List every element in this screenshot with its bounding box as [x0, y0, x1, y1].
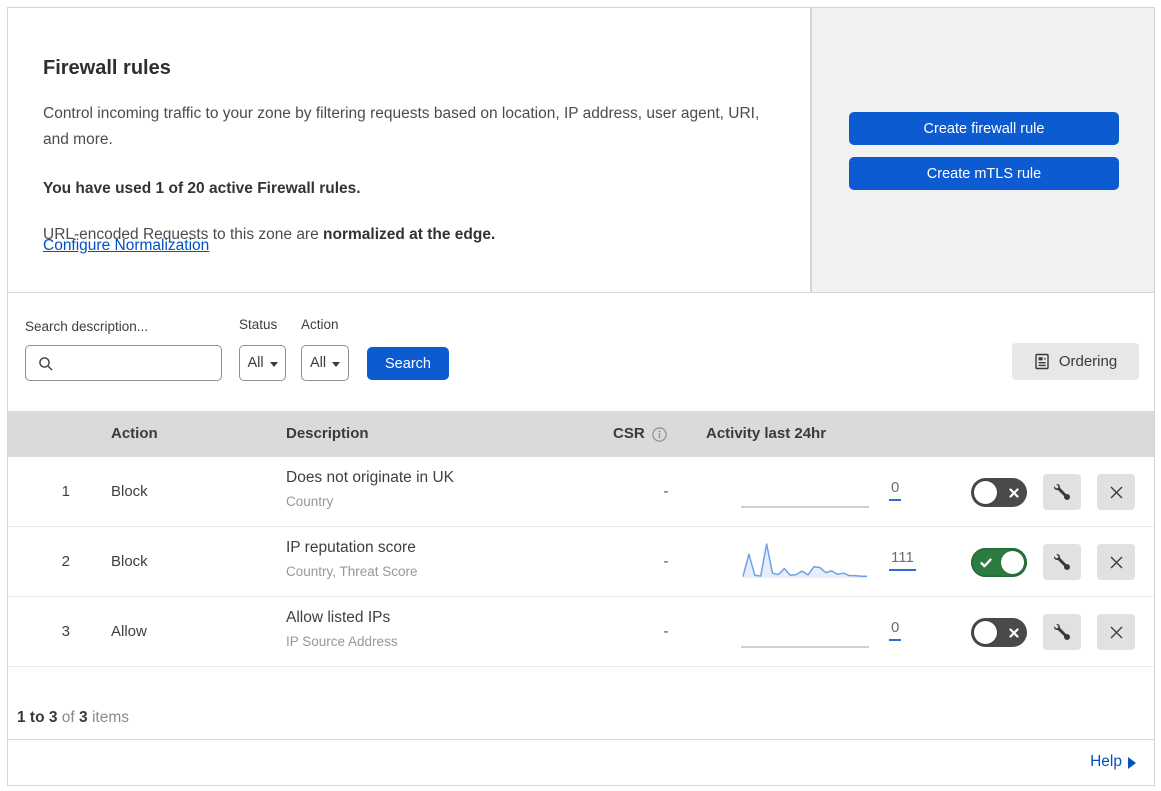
rule-description: Does not originate in UK: [286, 469, 455, 486]
x-icon: [1001, 478, 1026, 507]
pagination-items: items: [91, 709, 130, 726]
footer-divider: [8, 739, 1154, 740]
firewall-rules-page: Firewall rules Control incoming traffic …: [0, 0, 1161, 791]
rule-csr-value: -: [663, 623, 669, 640]
pagination-summary: 1 to 3 of 3 items: [17, 709, 129, 727]
pagination-total: 3: [79, 709, 88, 726]
close-icon: [1110, 556, 1122, 568]
edit-rule-button[interactable]: [1043, 614, 1081, 650]
column-header-csr: CSR: [613, 411, 667, 457]
ordering-button-label: Ordering: [1058, 353, 1118, 370]
column-header-description: Description: [286, 425, 369, 442]
edit-rule-button[interactable]: [1043, 474, 1081, 510]
toggle-knob: [974, 481, 997, 504]
actions-panel: Create firewall rule Create mTLS rule: [811, 7, 1155, 293]
rule-fields: Country: [286, 494, 334, 509]
create-firewall-rule-button[interactable]: Create firewall rule: [849, 112, 1119, 145]
action-select-value: All: [309, 355, 327, 371]
search-input[interactable]: [60, 347, 218, 379]
rule-description: Allow listed IPs: [286, 609, 391, 626]
table-row: 2 Block IP reputation score Country, Thr…: [8, 527, 1154, 597]
delete-rule-button[interactable]: [1097, 544, 1135, 580]
arrow-right-icon: [1128, 756, 1136, 769]
activity-flat-sparkline: [741, 646, 869, 648]
chevron-down-icon: [269, 361, 278, 367]
help-label: Help: [1090, 753, 1122, 770]
overview-card: Firewall rules Control incoming traffic …: [7, 7, 811, 293]
create-mtls-rule-button[interactable]: Create mTLS rule: [849, 157, 1119, 190]
rule-priority: 3: [61, 623, 70, 640]
toggle-knob: [1001, 551, 1024, 574]
status-select-value: All: [247, 355, 264, 371]
page-title: Firewall rules: [43, 57, 171, 80]
info-icon[interactable]: [651, 427, 667, 442]
table-row: 1 Block Does not originate in UK Country…: [8, 457, 1154, 527]
column-header-action: Action: [111, 425, 158, 442]
search-label: Search description...: [25, 319, 149, 334]
action-label: Action: [301, 317, 339, 332]
ordering-button[interactable]: Ordering: [1012, 343, 1139, 380]
pagination-range: 1 to 3: [17, 709, 58, 726]
rule-fields: IP Source Address: [286, 634, 398, 649]
column-header-activity: Activity last 24hr: [706, 425, 827, 442]
status-label: Status: [239, 317, 278, 332]
rule-enabled-toggle[interactable]: [971, 478, 1027, 507]
ordering-list-icon: [1035, 353, 1049, 370]
search-box: [25, 345, 222, 381]
rule-priority: 1: [61, 483, 70, 500]
rule-enabled-toggle[interactable]: [971, 548, 1027, 577]
rule-fields: Country, Threat Score: [286, 564, 418, 579]
rule-csr-value: -: [663, 483, 669, 500]
edit-rule-button[interactable]: [1043, 544, 1081, 580]
close-icon: [1110, 626, 1122, 638]
rule-action: Block: [111, 483, 148, 500]
rule-action: Allow: [111, 623, 147, 640]
table-row: 3 Allow Allow listed IPs IP Source Addre…: [8, 597, 1154, 667]
normalization-bold: normalized at the edge.: [323, 225, 496, 243]
chevron-down-icon: [332, 361, 341, 367]
csr-header-label: CSR: [613, 425, 645, 442]
delete-rule-button[interactable]: [1097, 474, 1135, 510]
rule-csr-value: -: [663, 553, 669, 570]
activity-count-link[interactable]: 0: [889, 479, 902, 501]
help-link[interactable]: Help: [1090, 753, 1136, 771]
pagination-of: of: [61, 709, 75, 726]
wrench-icon: [1054, 624, 1070, 640]
close-icon: [1110, 486, 1122, 498]
x-icon: [1001, 618, 1026, 647]
search-button[interactable]: Search: [367, 347, 449, 380]
activity-count-link[interactable]: 0: [889, 619, 902, 641]
status-select[interactable]: All: [239, 345, 286, 381]
delete-rule-button[interactable]: [1097, 614, 1135, 650]
activity-sparkline: [742, 543, 867, 578]
wrench-icon: [1054, 554, 1070, 570]
check-icon: [973, 548, 998, 577]
rules-list-card: Search description... Status All Action …: [7, 292, 1155, 786]
rule-enabled-toggle[interactable]: [971, 618, 1027, 647]
configure-normalization-link[interactable]: Configure Normalization: [43, 237, 209, 255]
activity-flat-sparkline: [741, 506, 869, 508]
action-select[interactable]: All: [301, 345, 349, 381]
table-header: Action Description CSR Activity last 24h…: [8, 411, 1154, 457]
search-icon: [39, 357, 53, 371]
usage-note: You have used 1 of 20 active Firewall ru…: [43, 179, 361, 197]
rule-description: IP reputation score: [286, 539, 416, 556]
rule-priority: 2: [61, 553, 70, 570]
activity-count-link[interactable]: 111: [889, 549, 916, 571]
overview-description: Control incoming traffic to your zone by…: [43, 104, 760, 148]
rule-action: Block: [111, 553, 148, 570]
toggle-knob: [974, 621, 997, 644]
wrench-icon: [1054, 484, 1070, 500]
